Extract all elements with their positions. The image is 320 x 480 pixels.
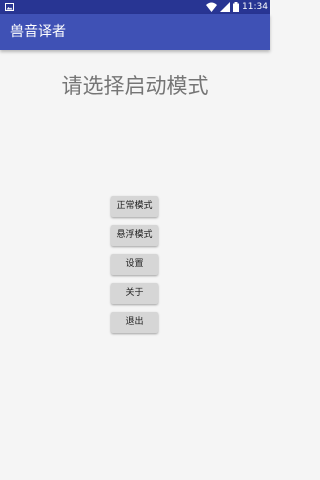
floating-mode-button[interactable]: 悬浮模式 (111, 225, 158, 246)
status-bar: 11:34 (0, 0, 270, 14)
exit-button[interactable]: 退出 (111, 312, 158, 333)
about-button[interactable]: 关于 (111, 283, 158, 304)
battery-icon (233, 2, 239, 12)
app-bar: 兽音译者 (0, 14, 270, 50)
settings-button[interactable]: 设置 (111, 254, 158, 275)
app-title: 兽音译者 (10, 24, 66, 40)
notification-icon (5, 3, 14, 11)
mode-prompt: 请选择启动模式 (61, 74, 209, 98)
wifi-icon (206, 2, 217, 12)
signal-icon (220, 2, 230, 12)
normal-mode-button[interactable]: 正常模式 (111, 196, 158, 217)
clock-time: 11:34 (242, 2, 268, 12)
